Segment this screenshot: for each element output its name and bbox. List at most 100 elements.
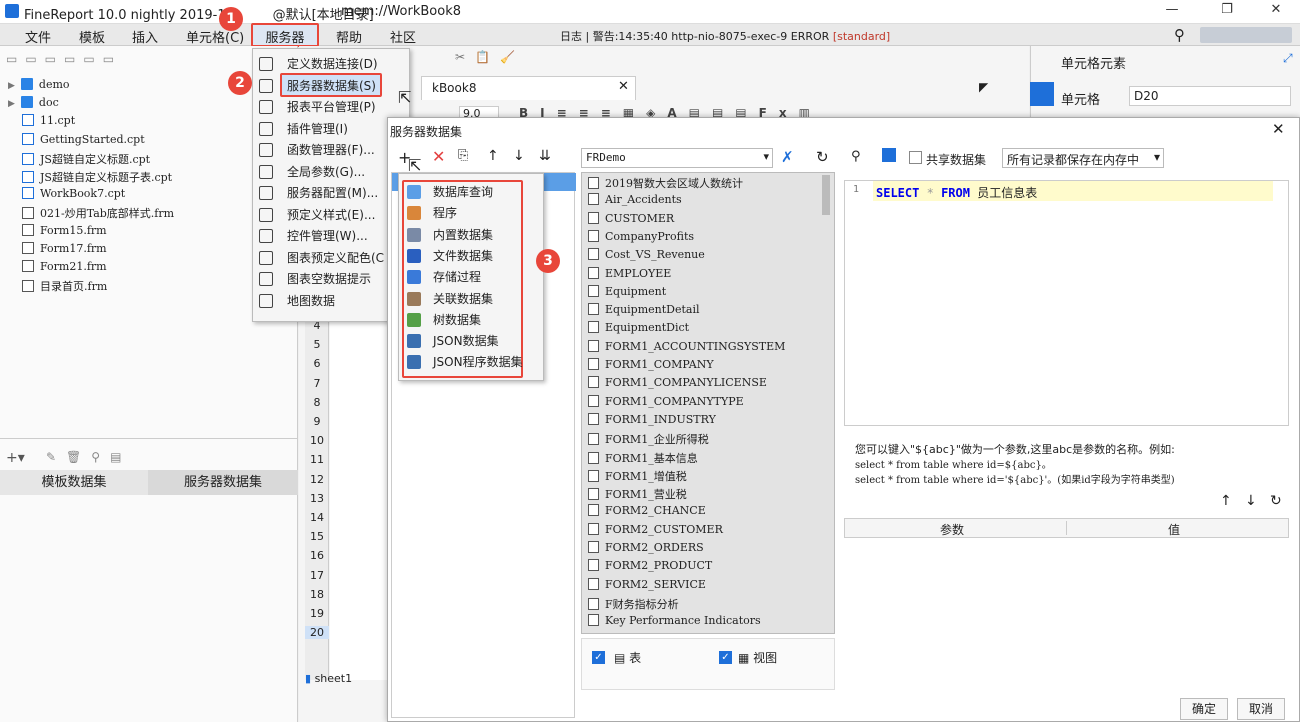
user-avatar[interactable] [1200, 27, 1292, 43]
row-label[interactable]: 15 [305, 530, 329, 543]
server-menu-item[interactable]: 报表平台管理(P) [259, 98, 376, 118]
server-menu-item[interactable]: 服务器配置(M)... [259, 184, 378, 204]
cancel-button[interactable]: 取消 [1237, 698, 1285, 720]
ok-button[interactable]: 确定 [1180, 698, 1228, 720]
pin-icon[interactable]: ⤢ [1283, 51, 1293, 66]
table-item[interactable]: FORM2_SERVICE [588, 577, 706, 596]
table-item[interactable]: 2019智数大会区域人数统计 [588, 175, 743, 193]
table-item[interactable]: FORM2_ORDERS [588, 541, 704, 559]
menu-file[interactable]: 文件 [25, 27, 51, 46]
tree-folder[interactable]: ▶ demo [8, 78, 70, 96]
refresh-icon[interactable]: ↻ [816, 148, 829, 166]
table-item[interactable]: FORM1_ACCOUNTINGSYSTEM [588, 339, 785, 358]
tab-template-datasets[interactable]: 模板数据集 [0, 470, 148, 495]
table-item[interactable]: EMPLOYEE [588, 266, 671, 285]
table-checkbox[interactable]: ✓ [592, 651, 605, 664]
row-label[interactable]: 17 [305, 569, 329, 582]
table-item[interactable]: EquipmentDetail [588, 303, 700, 321]
tab-menu-icon[interactable]: ◤ [979, 80, 988, 94]
server-menu-item[interactable]: 函数管理器(F)... [259, 141, 375, 161]
tree-folder[interactable]: ▶ doc [8, 96, 59, 114]
dataset-add-icon[interactable]: +▾ [6, 450, 25, 466]
add-menu-item[interactable]: 文件数据集 [407, 247, 493, 267]
add-menu-item[interactable]: 数据库查询 [407, 183, 493, 203]
table-item[interactable]: FORM1_企业所得税 [588, 431, 709, 449]
tree-file[interactable]: 021-炒用Tab底部样式.frm [8, 205, 174, 223]
table-item[interactable]: FORM1_基本信息 [588, 450, 698, 468]
dialog-close-icon[interactable]: ✕ [1272, 120, 1285, 138]
row-label[interactable]: 19 [305, 607, 329, 620]
add-menu-item[interactable]: 程序 [407, 204, 457, 224]
row-label[interactable]: 20 [305, 626, 329, 640]
param-refresh-icon[interactable]: ↻ [1270, 493, 1282, 509]
table-item[interactable]: FORM1_COMPANY [588, 358, 714, 376]
tree-file[interactable]: Form17.frm [8, 241, 107, 260]
menu-template[interactable]: 模板 [79, 27, 105, 46]
table-item[interactable]: FORM2_PRODUCT [588, 559, 712, 577]
server-menu-item[interactable]: 地图数据 [259, 292, 335, 312]
table-item[interactable]: FORM1_营业税 [588, 486, 687, 504]
table-item[interactable]: EquipmentDict [588, 321, 689, 339]
menu-help[interactable]: 帮助 [336, 27, 362, 46]
tab-server-datasets[interactable]: 服务器数据集 [148, 470, 298, 495]
sql-editor[interactable]: 1 SELECT * FROM 员工信息表 [844, 180, 1289, 426]
tree-file[interactable]: JS超链自定义标题子表.cpt [8, 169, 172, 187]
log-status[interactable]: 日志 | 警告:14:35:40 http-nio-8075-exec-9 ER… [560, 28, 890, 44]
connection-settings-icon[interactable]: ✗ [781, 148, 794, 166]
table-list[interactable]: 2019智数大会区域人数统计 Air_Accidents CUSTOMER Compa… [581, 172, 835, 634]
sort-icon[interactable]: ⇊ [539, 148, 551, 164]
cell-element-icon[interactable] [1030, 82, 1054, 106]
row-label[interactable]: 9 [305, 415, 329, 428]
copy-icon[interactable]: ⎘ [458, 148, 468, 163]
view-checkbox[interactable]: ✓ [719, 651, 732, 664]
table-item[interactable]: FORM1_INDUSTRY [588, 412, 716, 431]
tree-file[interactable]: Form21.frm [8, 260, 107, 278]
grid[interactable] [330, 316, 390, 680]
row-label[interactable]: 6 [305, 357, 329, 370]
menu-server[interactable]: 服务器 [251, 23, 319, 47]
minimize-button[interactable]: — [1161, 2, 1183, 20]
table-item[interactable]: Equipment [588, 284, 666, 303]
add-menu-item[interactable]: 内置数据集 [407, 226, 493, 246]
server-menu-item[interactable]: 图表预定义配色(C [259, 249, 384, 269]
server-menu-item[interactable]: 全局参数(G)... [259, 163, 365, 183]
row-label[interactable]: 11 [305, 453, 329, 466]
table-item[interactable]: Cost_VS_Revenue [588, 248, 705, 266]
move-up-icon[interactable]: ↑ [487, 148, 499, 164]
add-menu-item[interactable]: 存储过程 [407, 268, 481, 288]
search-icon[interactable]: ⚲ [1174, 26, 1185, 44]
row-label[interactable]: 8 [305, 396, 329, 409]
table-item[interactable]: FORM2_CHANCE [588, 504, 706, 522]
table-item[interactable]: CompanyProfits [588, 229, 694, 248]
memory-select[interactable]: 所有记录都保存在内存中 ▾ [1002, 148, 1164, 168]
row-label[interactable]: 7 [305, 377, 329, 390]
tree-file[interactable]: Form15.frm [8, 223, 107, 242]
row-label[interactable]: 16 [305, 549, 329, 562]
table-item[interactable]: FORM1_COMPANYTYPE [588, 394, 744, 413]
sheet-tab[interactable]: ▮ sheet1 [305, 672, 385, 688]
row-label[interactable]: 12 [305, 473, 329, 486]
row-label[interactable]: 14 [305, 511, 329, 524]
table-item[interactable]: CUSTOMER [588, 211, 674, 230]
server-menu-item[interactable]: 插件管理(I) [259, 120, 348, 140]
param-down-icon[interactable]: ↓ [1245, 493, 1257, 509]
server-menu-item[interactable]: 预定义样式(E)... [259, 206, 375, 226]
table-item[interactable]: F财务指标分析 [588, 596, 679, 614]
tree-file[interactable]: JS超链自定义标题.cpt [8, 151, 150, 169]
cell-field[interactable]: D20 [1129, 86, 1291, 106]
table-item[interactable]: FORM1_增值税 [588, 468, 687, 486]
row-label[interactable]: 18 [305, 588, 329, 601]
row-label[interactable]: 5 [305, 338, 329, 351]
workbook-tab[interactable]: kBook8 ✕ [421, 76, 636, 100]
tree-file[interactable]: WorkBook7.cpt [8, 187, 125, 205]
add-menu-item[interactable]: 关联数据集 [407, 290, 493, 310]
preview-icon[interactable]: ⚲ [851, 149, 861, 164]
table-item[interactable]: FORM2_CUSTOMER [588, 522, 723, 541]
move-down-icon[interactable]: ↓ [513, 148, 525, 164]
add-menu-item[interactable]: 树数据集 [407, 311, 481, 331]
parameter-icon[interactable] [882, 148, 896, 162]
maximize-button[interactable]: ❐ [1216, 2, 1238, 20]
tree-file[interactable]: 目录首页.frm [8, 278, 107, 296]
server-menu-item[interactable]: 图表空数据提示 [259, 270, 371, 290]
add-menu-item[interactable]: JSON数据集 [407, 332, 499, 352]
